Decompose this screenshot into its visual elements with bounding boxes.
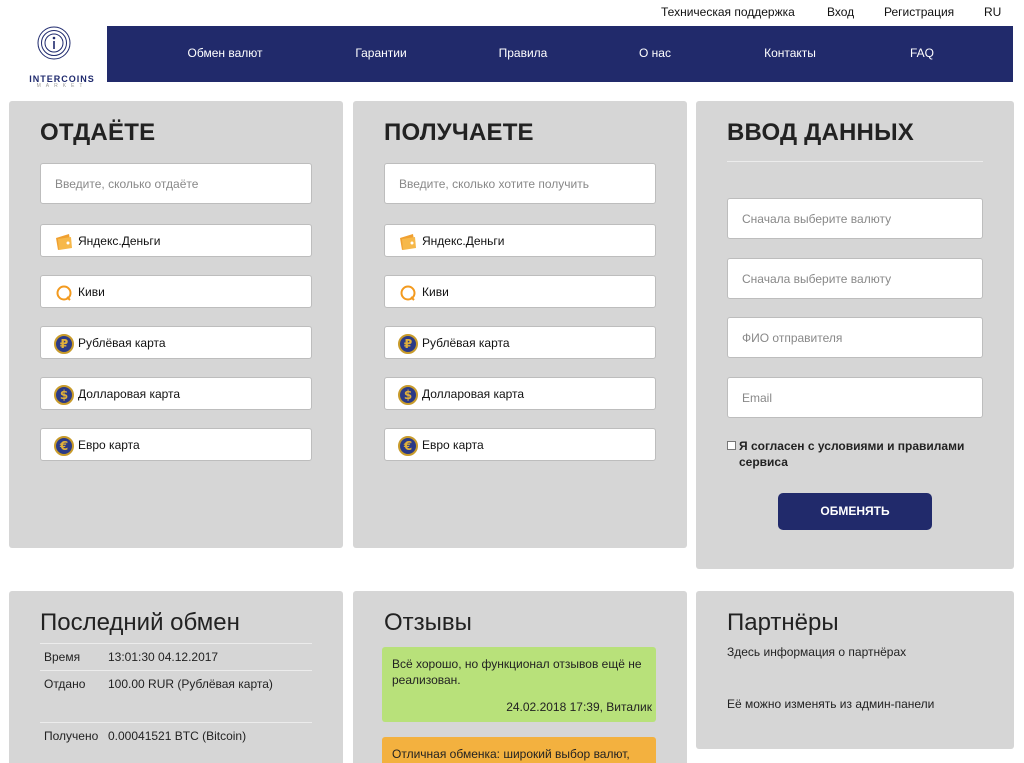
nav-item-exchange[interactable]: Обмен валют	[188, 46, 263, 60]
give-amount-input[interactable]: Введите, сколько отдаёте	[40, 163, 312, 204]
give-currency-ruble-card[interactable]: ₽ Рублёвая карта	[40, 326, 312, 359]
last-exchange-value-time: 13:01:30 04.12.2017	[108, 650, 219, 664]
login-link[interactable]: Вход	[827, 5, 854, 19]
give-currency-yandex[interactable]: Яндекс.Деньги	[40, 224, 312, 257]
partners-info-text: Здесь информация о партнёрах	[727, 645, 907, 659]
review-card: Всё хорошо, но функционал отзывов ещё не…	[382, 647, 656, 722]
currency-label: Евро карта	[78, 438, 140, 452]
nav-item-faq[interactable]: FAQ	[910, 46, 934, 60]
currency-label: Рублёвая карта	[78, 336, 166, 350]
receive-currency-yandex[interactable]: Яндекс.Деньги	[384, 224, 656, 257]
receive-currency-ruble-card[interactable]: ₽ Рублёвая карта	[384, 326, 656, 359]
review-meta: 24.02.2018 17:39, Виталик	[506, 700, 652, 714]
partners-admin-text: Её можно изменять из админ-панели	[727, 697, 935, 711]
ruble-coin-icon: ₽	[54, 334, 74, 354]
last-exchange-key-given: Отдано	[44, 677, 86, 691]
review-text: Всё хорошо, но функционал отзывов ещё не…	[392, 657, 642, 687]
last-exchange-key-received: Получено	[44, 729, 99, 743]
register-link[interactable]: Регистрация	[884, 5, 954, 19]
currency-label: Рублёвая карта	[422, 336, 510, 350]
row-divider	[40, 643, 312, 644]
give-currency-euro-card[interactable]: € Евро карта	[40, 428, 312, 461]
exchange-button[interactable]: ОБМЕНЯТЬ	[778, 493, 932, 530]
receive-title: ПОЛУЧАЕТЕ	[384, 119, 534, 146]
yandex-wallet-icon	[56, 234, 72, 250]
nav-item-rules[interactable]: Правила	[499, 46, 548, 60]
row-divider	[40, 722, 312, 723]
receive-currency-qiwi[interactable]: Киви	[384, 275, 656, 308]
review-card: Отличная обменка: широкий выбор валют,	[382, 737, 656, 763]
currency-label: Яндекс.Деньги	[422, 234, 505, 248]
last-exchange-title: Последний обмен	[40, 609, 240, 636]
currency-from-field[interactable]: Сначала выберите валюту	[727, 198, 983, 239]
receive-amount-input[interactable]: Введите, сколько хотите получить	[384, 163, 656, 204]
review-text: Отличная обменка: широкий выбор валют,	[392, 747, 630, 761]
dollar-coin-icon: $	[398, 385, 418, 405]
currency-label: Евро карта	[422, 438, 484, 452]
agree-label: Я согласен с условиями и правилами серви…	[739, 439, 965, 469]
sender-name-field[interactable]: ФИО отправителя	[727, 317, 983, 358]
logo-sub-text: MARKET	[36, 83, 88, 89]
nav-item-guarantees[interactable]: Гарантии	[355, 46, 406, 60]
main-nav: Обмен валют Гарантии Правила О нас Конта…	[107, 26, 1013, 82]
give-title: ОТДАЁТЕ	[40, 119, 156, 146]
receive-currency-dollar-card[interactable]: $ Долларовая карта	[384, 377, 656, 410]
dollar-coin-icon: $	[54, 385, 74, 405]
euro-coin-icon: €	[54, 436, 74, 456]
nav-item-about[interactable]: О нас	[639, 46, 671, 60]
give-currency-dollar-card[interactable]: $ Долларовая карта	[40, 377, 312, 410]
top-links-bar: Техническая поддержка Вход Регистрация R…	[0, 0, 1024, 24]
email-field[interactable]: Email	[727, 377, 983, 418]
last-exchange-value-given: 100.00 RUR (Рублёвая карта)	[108, 677, 273, 691]
title-divider	[727, 161, 983, 162]
currency-label: Долларовая карта	[422, 387, 525, 401]
receive-currency-euro-card[interactable]: € Евро карта	[384, 428, 656, 461]
qiwi-icon	[56, 285, 72, 301]
support-link[interactable]: Техническая поддержка	[661, 5, 795, 19]
qiwi-icon	[400, 285, 416, 301]
row-divider	[40, 670, 312, 671]
currency-label: Киви	[422, 285, 449, 299]
nav-item-contacts[interactable]: Контакты	[764, 46, 816, 60]
euro-coin-icon: €	[398, 436, 418, 456]
data-entry-title: ВВОД ДАННЫХ	[727, 119, 914, 146]
ruble-coin-icon: ₽	[398, 334, 418, 354]
agree-terms: Я согласен с условиями и правилами серви…	[727, 438, 987, 470]
currency-to-field[interactable]: Сначала выберите валюту	[727, 258, 983, 299]
yandex-wallet-icon	[400, 234, 416, 250]
last-exchange-value-received: 0.00041521 BTC (Bitcoin)	[108, 729, 247, 743]
reviews-title: Отзывы	[384, 609, 472, 636]
give-currency-qiwi[interactable]: Киви	[40, 275, 312, 308]
logo-emblem-icon	[37, 26, 71, 60]
language-switch[interactable]: RU	[984, 5, 1001, 19]
partners-title: Партнёры	[727, 609, 839, 636]
agree-checkbox[interactable]	[727, 441, 736, 450]
last-exchange-key-time: Время	[44, 650, 81, 664]
site-logo[interactable]: INTERCOINS MARKET	[26, 26, 98, 90]
currency-label: Долларовая карта	[78, 387, 181, 401]
currency-label: Киви	[78, 285, 105, 299]
currency-label: Яндекс.Деньги	[78, 234, 161, 248]
